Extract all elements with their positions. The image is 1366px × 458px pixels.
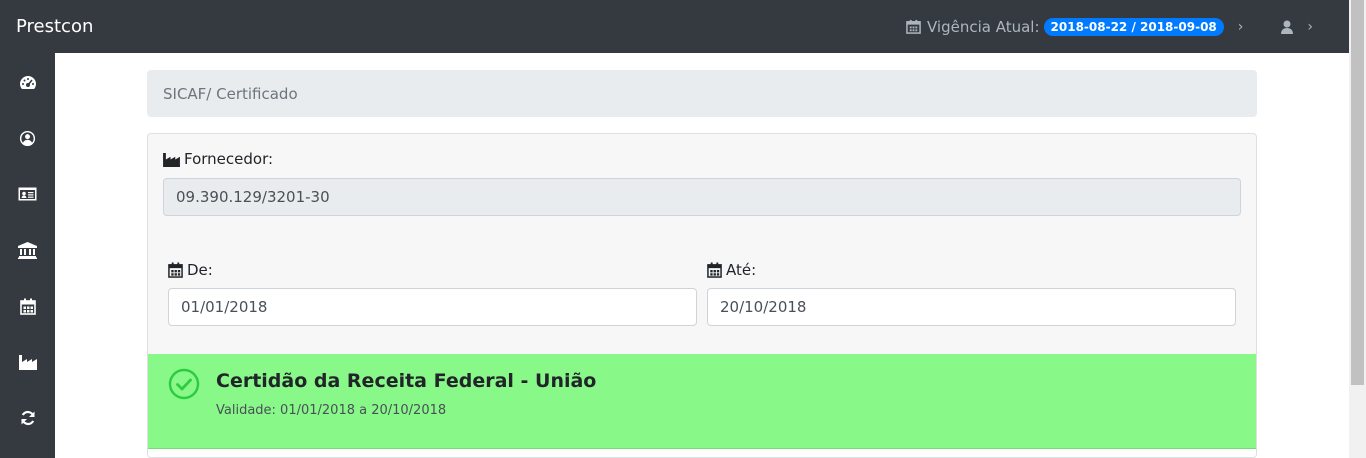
top-navbar: Prestcon Vigência Atual: 2018-08-22 / 20… <box>0 0 1349 53</box>
calendar-icon <box>19 298 36 315</box>
sidebar-item-refresh[interactable] <box>0 398 55 438</box>
breadcrumb-text: SICAF/ Certificado <box>163 84 298 103</box>
factory-icon <box>18 355 37 370</box>
sidebar-item-fornecedor[interactable] <box>0 342 55 382</box>
sidebar-item-dashboard[interactable] <box>0 63 55 103</box>
sidebar-item-calendar[interactable] <box>0 286 55 326</box>
certidao-validity: Validade: 01/01/2018 a 20/10/2018 <box>216 403 447 418</box>
vigencia-label: Vigência Atual: <box>926 17 1040 36</box>
fornecedor-field: 09.390.129/3201-30 <box>163 178 1241 216</box>
ate-label-text: Até: <box>726 261 757 279</box>
refresh-icon <box>20 410 35 426</box>
dashboard-icon <box>19 76 36 89</box>
calendar-icon <box>168 262 183 278</box>
user-circle-icon <box>19 130 36 146</box>
ate-value: 20/10/2018 <box>720 298 807 316</box>
sidebar-item-bank[interactable] <box>0 230 55 270</box>
scrollbar-thumb[interactable] <box>1351 0 1364 385</box>
factory-icon <box>163 152 180 167</box>
card-continuation <box>148 449 1256 457</box>
breadcrumb: SICAF/ Certificado <box>147 70 1257 117</box>
id-card-icon <box>18 187 37 201</box>
de-label-text: De: <box>187 261 213 279</box>
ate-date-input[interactable]: 20/10/2018 <box>707 288 1236 326</box>
certidao-item[interactable]: Certidão da Receita Federal - União Vali… <box>148 354 1256 449</box>
calendar-icon <box>906 19 921 34</box>
certidao-title: Certidão da Receita Federal - União <box>216 370 597 392</box>
fornecedor-label-text: Fornecedor: <box>184 150 274 168</box>
vigencia-badge: 2018-08-22 / 2018-09-08 <box>1043 17 1224 36</box>
sidebar <box>0 53 55 458</box>
de-value: 01/01/2018 <box>181 298 268 316</box>
user-dropdown[interactable]: › <box>1281 19 1349 35</box>
bank-icon <box>18 241 37 259</box>
de-label: De: <box>168 261 213 279</box>
vigencia-dropdown[interactable]: Vigência Atual: 2018-08-22 / 2018-09-08 … <box>906 17 1244 36</box>
sidebar-item-profile[interactable] <box>0 118 55 158</box>
sidebar-item-id-card[interactable] <box>0 174 55 214</box>
chevron-right-icon: › <box>1307 18 1313 35</box>
sicaf-card: Fornecedor: 09.390.129/3201-30 De: 01/01… <box>147 133 1257 458</box>
chevron-right-icon: › <box>1237 18 1244 35</box>
check-circle-icon <box>168 368 200 400</box>
fornecedor-value: 09.390.129/3201-30 <box>176 188 330 206</box>
de-date-input[interactable]: 01/01/2018 <box>168 288 697 326</box>
navbar-right: Vigência Atual: 2018-08-22 / 2018-09-08 … <box>906 0 1349 53</box>
user-icon <box>1281 20 1294 34</box>
brand-title[interactable]: Prestcon <box>16 16 93 37</box>
calendar-icon <box>707 262 722 278</box>
fornecedor-label: Fornecedor: <box>163 150 273 168</box>
ate-label: Até: <box>707 261 756 279</box>
page-scrollbar[interactable] <box>1349 0 1366 458</box>
